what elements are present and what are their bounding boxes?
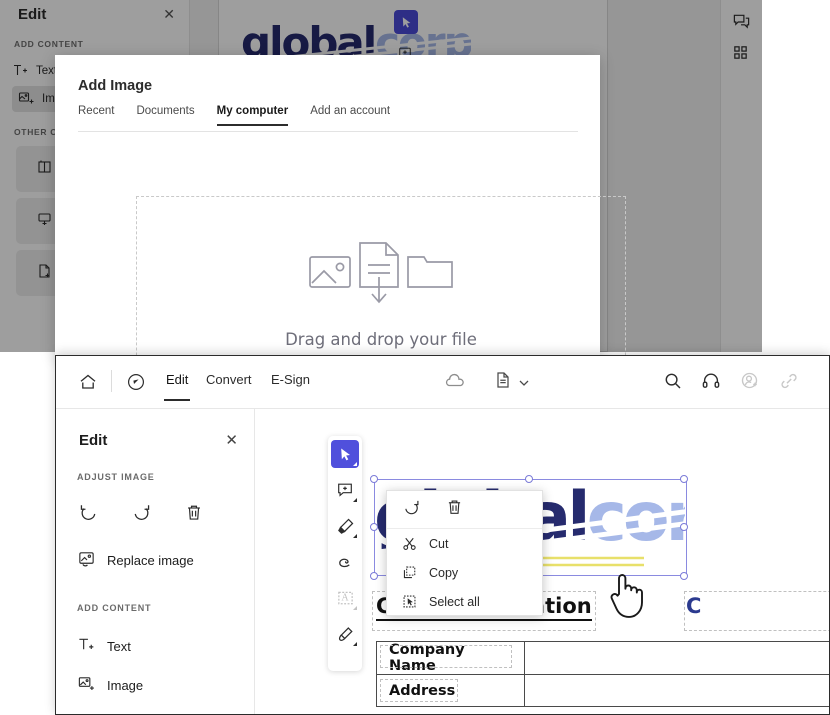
resize-handle-w[interactable]: [370, 523, 378, 531]
tab-my-computer[interactable]: My computer: [216, 105, 288, 126]
add-image-dialog: Add Image Recent Documents My computer A…: [55, 55, 626, 406]
dialog-title: Add Image: [78, 78, 153, 94]
image-add-icon: [18, 90, 34, 109]
menu-item-cut-label: Cut: [429, 536, 449, 551]
page-add-icon: [36, 262, 54, 285]
text-add-icon: [12, 62, 28, 81]
text-box-glyph: A: [341, 592, 349, 604]
copy-icon: [402, 565, 417, 580]
close-icon[interactable]: ✕: [163, 7, 175, 21]
background-item-text-label: Text: [36, 65, 58, 77]
document-icon[interactable]: [494, 371, 512, 394]
dropzone-artwork: [306, 235, 456, 316]
background-right-rail: [720, 0, 762, 352]
chevron-down-icon: [353, 498, 357, 502]
tab-edit[interactable]: Edit: [163, 372, 191, 401]
chevron-down-icon: [353, 642, 357, 646]
grid-apps-icon[interactable]: [732, 44, 749, 66]
search-icon[interactable]: [663, 371, 683, 396]
rotate-left-icon[interactable]: [78, 502, 99, 528]
acrobat-window: Edit Convert E-Sign Edit ✕ ADJUST IMAGE …: [55, 355, 830, 715]
right-heading-field-outline: [684, 591, 829, 631]
tab-add-an-account[interactable]: Add an account: [310, 105, 390, 126]
resize-handle-ne[interactable]: [680, 475, 688, 483]
chevron-down-icon: [353, 606, 357, 610]
background-item-text[interactable]: Text: [12, 58, 57, 84]
tool-comment-add[interactable]: [331, 476, 359, 504]
toolbar-divider: [111, 370, 112, 392]
section-adjust-image: ADJUST IMAGE: [77, 472, 155, 482]
comment-icon[interactable]: [732, 12, 751, 36]
tabs-underline: [78, 131, 578, 132]
menu-item-copy[interactable]: Copy: [387, 558, 542, 587]
edit-panel: Edit ✕ ADJUST IMAGE Replace image ADD CO…: [56, 409, 255, 714]
annotation-tool-rail: A: [328, 436, 362, 671]
background-cursor-tool[interactable]: [394, 10, 418, 34]
company-name-field-outline: [380, 645, 512, 668]
add-text-button[interactable]: Text: [77, 635, 131, 657]
stamp-icon: [36, 210, 54, 233]
home-icon[interactable]: [78, 372, 98, 397]
close-icon[interactable]: ✕: [225, 433, 238, 448]
cell-company-name-value[interactable]: [524, 641, 829, 675]
add-person-icon[interactable]: [740, 371, 760, 396]
chevron-down-icon: [353, 534, 357, 538]
context-menu: Cut Copy Select all: [386, 490, 543, 616]
background-panel-title: Edit: [18, 6, 47, 23]
cloud-icon[interactable]: [444, 371, 466, 398]
tab-e-sign[interactable]: E-Sign: [271, 372, 310, 387]
acrobat-badge-icon[interactable]: [126, 372, 146, 397]
tool-cursor-select[interactable]: [331, 440, 359, 468]
screen: Edit ✕ ADD CONTENT Text Image: [0, 0, 830, 715]
replace-image-button[interactable]: Replace image: [77, 549, 194, 571]
replace-image-icon: [77, 549, 96, 571]
dropzone-headline: Drag and drop your file: [285, 330, 477, 349]
add-image-button[interactable]: Image: [77, 674, 143, 696]
cell-address-value[interactable]: [524, 674, 829, 707]
select-all-icon: [402, 594, 417, 609]
delete-icon[interactable]: [184, 503, 204, 528]
context-menu-quick-actions: [387, 491, 542, 529]
resize-handle-n[interactable]: [525, 475, 533, 483]
link-icon[interactable]: [779, 371, 799, 396]
delete-icon[interactable]: [445, 498, 464, 522]
replace-image-label: Replace image: [107, 552, 194, 568]
rotate-right-icon[interactable]: [131, 502, 152, 528]
section-add-content: ADD CONTENT: [77, 603, 152, 613]
page-organize-icon: [36, 158, 54, 181]
cut-icon: [402, 536, 417, 551]
rotate-right-icon[interactable]: [402, 498, 421, 522]
menu-item-select-all[interactable]: Select all: [387, 587, 542, 616]
menu-item-cut[interactable]: Cut: [387, 529, 542, 558]
tool-freehand-loop[interactable]: [331, 548, 359, 576]
panel-title: Edit: [79, 432, 108, 449]
adjust-image-actions: [78, 502, 204, 528]
resize-handle-nw[interactable]: [370, 475, 378, 483]
tool-text-box[interactable]: A: [331, 584, 359, 612]
add-text-label: Text: [107, 638, 131, 654]
text-add-icon: [77, 635, 96, 657]
resize-handle-sw[interactable]: [370, 572, 378, 580]
background-section-add-content: ADD CONTENT: [14, 39, 84, 49]
address-field-outline: [380, 679, 458, 702]
menu-item-copy-label: Copy: [429, 565, 459, 580]
image-add-icon: [77, 674, 96, 696]
tool-pen-draw[interactable]: [331, 620, 359, 648]
tab-convert[interactable]: Convert: [206, 372, 252, 387]
tab-recent[interactable]: Recent: [78, 105, 114, 126]
add-image-label: Image: [107, 677, 144, 693]
menu-item-select-all-label: Select all: [429, 594, 480, 609]
chevron-down-icon: [353, 462, 357, 466]
mouse-cursor: [606, 569, 648, 626]
tool-highlighter[interactable]: [331, 512, 359, 540]
dialog-tabs: Recent Documents My computer Add an acco…: [78, 105, 578, 126]
headset-icon[interactable]: [701, 371, 721, 396]
resize-handle-e[interactable]: [680, 523, 688, 531]
top-toolbar: Edit Convert E-Sign: [56, 356, 829, 409]
tab-documents[interactable]: Documents: [136, 105, 194, 126]
resize-handle-se[interactable]: [680, 572, 688, 580]
chevron-down-icon[interactable]: [518, 375, 530, 393]
